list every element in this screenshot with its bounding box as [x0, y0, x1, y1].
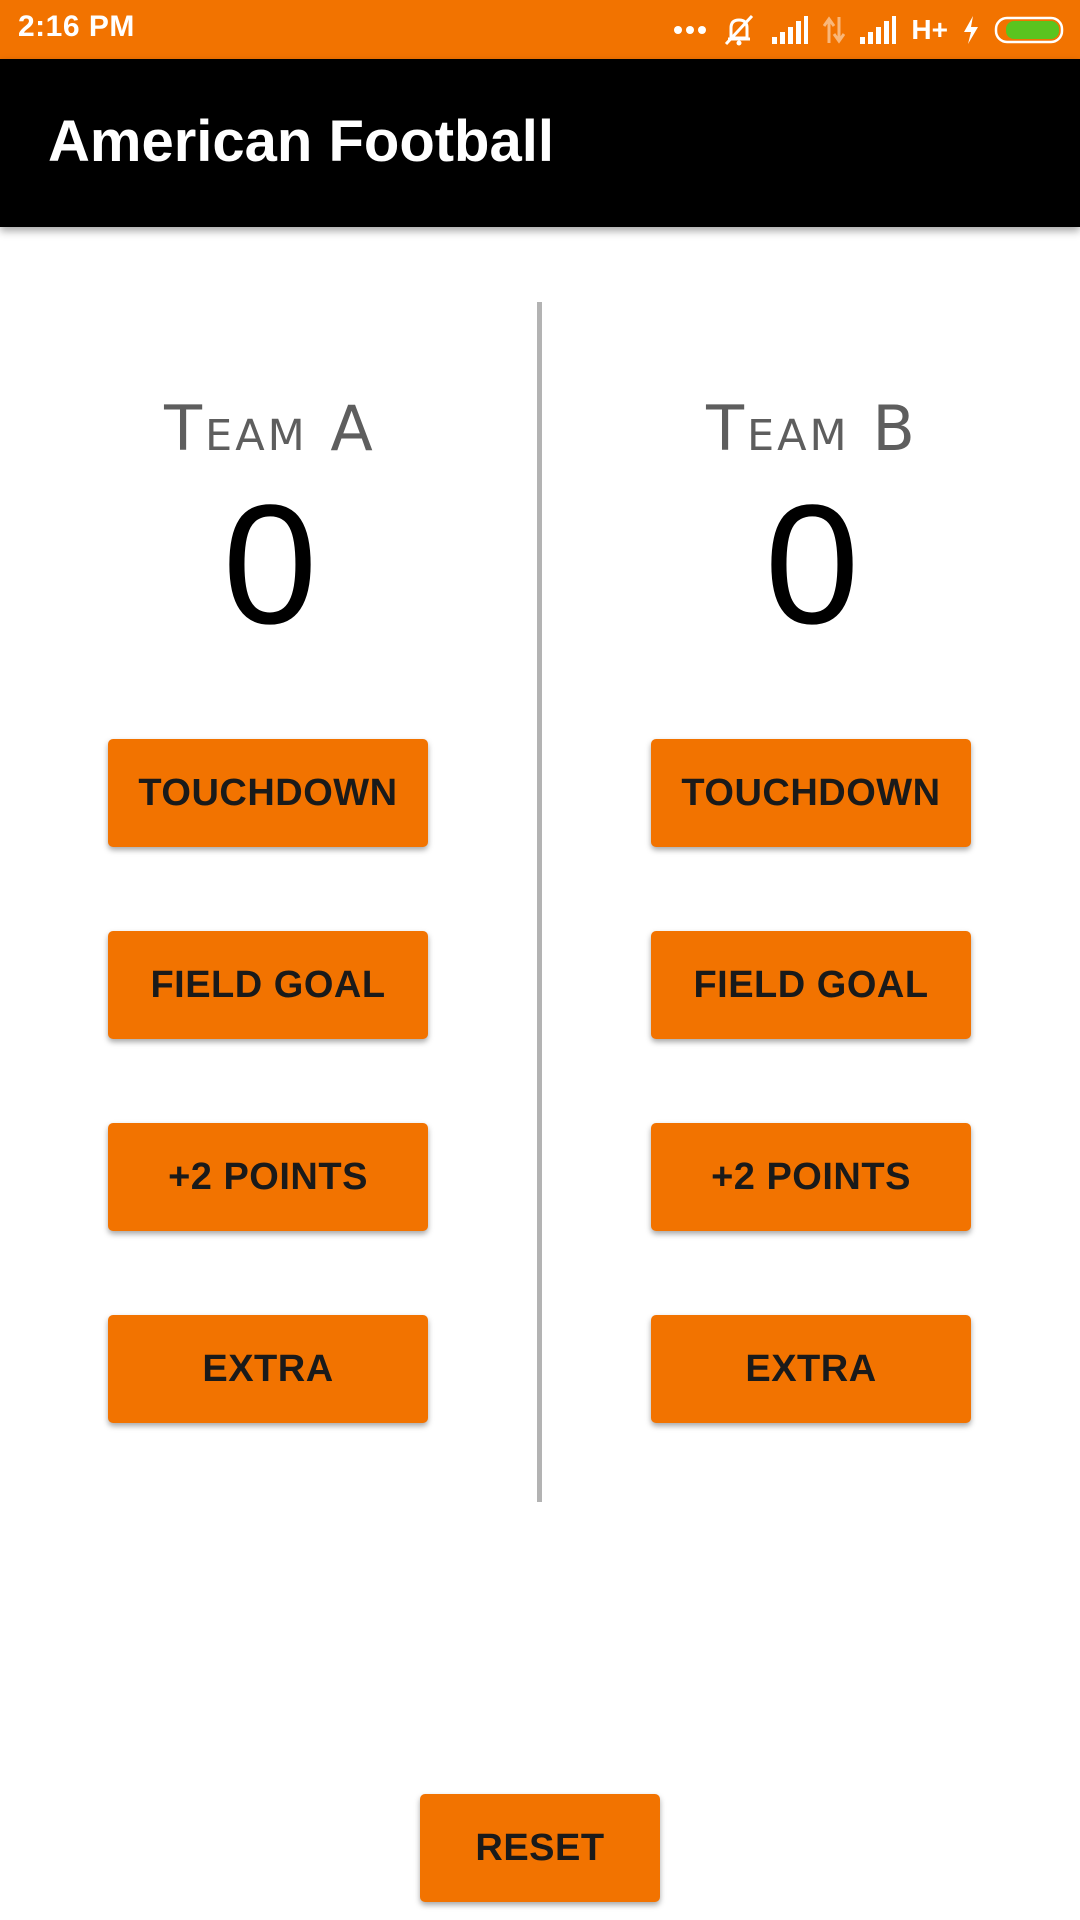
more-dots-icon [674, 26, 707, 34]
team-b-field-goal-button[interactable]: FIELD GOAL [651, 931, 971, 1039]
team-a-touchdown-button[interactable]: TOUCHDOWN [108, 739, 428, 847]
team-a-plus-two-points-button[interactable]: +2 POINTS [108, 1123, 428, 1231]
team-a-panel: Team A 0 TOUCHDOWN FIELD GOAL +2 POINTS … [0, 380, 540, 1480]
status-time: 2:16 PM [18, 10, 135, 43]
team-b-plus-two-points-button[interactable]: +2 POINTS [651, 1123, 971, 1231]
team-b-extra-button[interactable]: EXTRA [651, 1315, 971, 1423]
status-bar: 2:16 PM H+ [0, 0, 1080, 59]
signal-icon [860, 16, 897, 44]
charging-bolt-icon [964, 16, 978, 44]
team-a-field-goal-button[interactable]: FIELD GOAL [108, 931, 428, 1039]
reset-button[interactable]: RESET [420, 1794, 660, 1902]
team-b-score: 0 [764, 470, 860, 660]
team-a-score: 0 [222, 470, 318, 660]
signal-icon [772, 16, 809, 44]
team-b-panel: Team B 0 TOUCHDOWN FIELD GOAL +2 POINTS … [542, 380, 1080, 1480]
team-a-name: Team A [164, 392, 376, 465]
team-a-extra-button[interactable]: EXTRA [108, 1315, 428, 1423]
app-title: American Football [48, 109, 554, 174]
mute-bell-icon [725, 14, 754, 46]
app-bar: American Football [0, 59, 1080, 227]
network-type-label: H+ [911, 14, 948, 45]
battery-icon [994, 16, 1064, 44]
team-b-name: Team B [706, 392, 918, 465]
team-b-touchdown-button[interactable]: TOUCHDOWN [651, 739, 971, 847]
data-arrows-icon [823, 16, 846, 44]
status-icons: H+ [673, 8, 1066, 52]
